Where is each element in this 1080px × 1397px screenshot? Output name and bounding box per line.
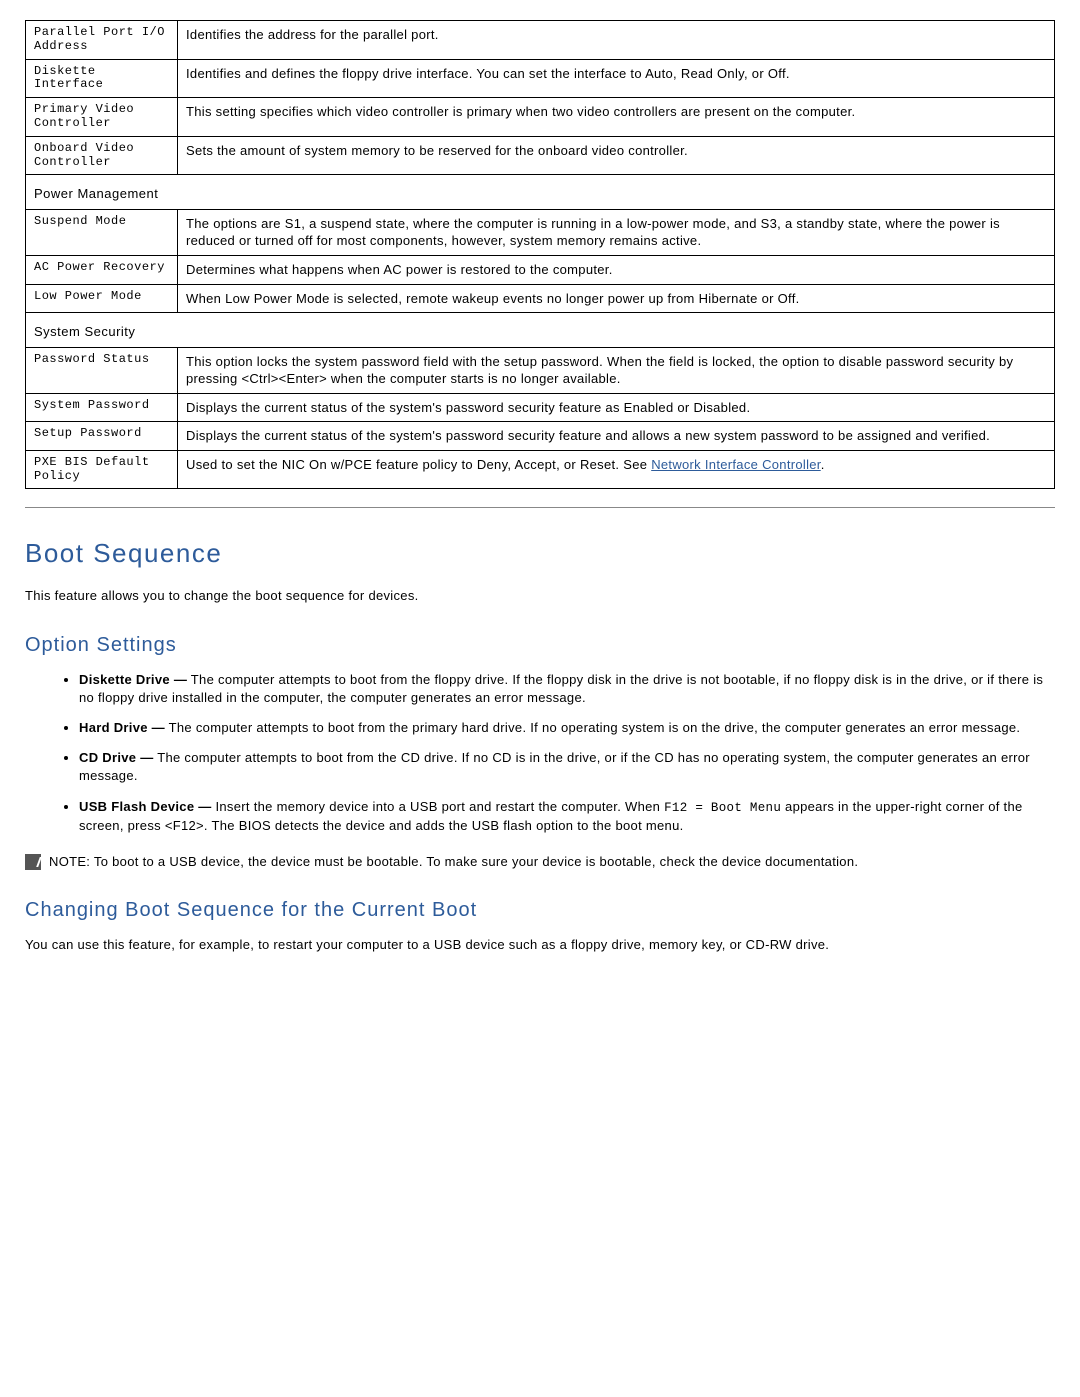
setting-desc: The options are S1, a suspend state, whe… bbox=[178, 209, 1055, 255]
list-item: CD Drive — The computer attempts to boot… bbox=[79, 749, 1055, 785]
setting-label: AC Power Recovery bbox=[26, 256, 178, 285]
table-row: Onboard Video ControllerSets the amount … bbox=[26, 136, 1055, 175]
network-interface-controller-link[interactable]: Network Interface Controller bbox=[651, 457, 821, 472]
list-item: Hard Drive — The computer attempts to bo… bbox=[79, 719, 1055, 737]
table-row: System PasswordDisplays the current stat… bbox=[26, 393, 1055, 422]
setting-label: System Password bbox=[26, 393, 178, 422]
section-header-row: Power Management bbox=[26, 175, 1055, 210]
setting-label: Parallel Port I/O Address bbox=[26, 21, 178, 60]
setting-desc: Sets the amount of system memory to be r… bbox=[178, 136, 1055, 175]
settings-table: Parallel Port I/O AddressIdentifies the … bbox=[25, 20, 1055, 489]
changing-boot-intro: You can use this feature, for example, t… bbox=[25, 936, 1055, 954]
setting-label: PXE BIS Default Policy bbox=[26, 450, 178, 489]
setting-desc: Displays the current status of the syste… bbox=[178, 422, 1055, 451]
setting-label: Low Power Mode bbox=[26, 284, 178, 313]
setting-label: Onboard Video Controller bbox=[26, 136, 178, 175]
section-header: System Security bbox=[26, 313, 1055, 348]
table-row: PXE BIS Default Policy Used to set the N… bbox=[26, 450, 1055, 489]
setting-desc: This option locks the system password fi… bbox=[178, 347, 1055, 393]
setting-desc: When Low Power Mode is selected, remote … bbox=[178, 284, 1055, 313]
table-row: Parallel Port I/O AddressIdentifies the … bbox=[26, 21, 1055, 60]
table-row: Primary Video ControllerThis setting spe… bbox=[26, 98, 1055, 137]
setting-label: Diskette Interface bbox=[26, 59, 178, 98]
list-item: USB Flash Device — Insert the memory dev… bbox=[79, 798, 1055, 836]
heading-changing-boot: Changing Boot Sequence for the Current B… bbox=[25, 899, 1055, 922]
section-header: Power Management bbox=[26, 175, 1055, 210]
setting-desc: Used to set the NIC On w/PCE feature pol… bbox=[178, 450, 1055, 489]
heading-option-settings: Option Settings bbox=[25, 634, 1055, 657]
list-item: Diskette Drive — The computer attempts t… bbox=[79, 671, 1055, 707]
setting-label: Suspend Mode bbox=[26, 209, 178, 255]
boot-sequence-intro: This feature allows you to change the bo… bbox=[25, 587, 1055, 605]
setting-label: Primary Video Controller bbox=[26, 98, 178, 137]
setting-desc: Determines what happens when AC power is… bbox=[178, 256, 1055, 285]
setting-desc: Displays the current status of the syste… bbox=[178, 393, 1055, 422]
note-icon bbox=[25, 854, 41, 870]
table-row: Setup PasswordDisplays the current statu… bbox=[26, 422, 1055, 451]
setting-desc: Identifies and defines the floppy drive … bbox=[178, 59, 1055, 98]
section-header-row: System Security bbox=[26, 313, 1055, 348]
table-row: Diskette InterfaceIdentifies and defines… bbox=[26, 59, 1055, 98]
setting-desc: Identifies the address for the parallel … bbox=[178, 21, 1055, 60]
setting-desc: This setting specifies which video contr… bbox=[178, 98, 1055, 137]
note-block: NOTE: To boot to a USB device, the devic… bbox=[25, 853, 1055, 871]
option-settings-list: Diskette Drive — The computer attempts t… bbox=[25, 671, 1055, 836]
table-row: Suspend ModeThe options are S1, a suspen… bbox=[26, 209, 1055, 255]
setting-label: Setup Password bbox=[26, 422, 178, 451]
setting-label: Password Status bbox=[26, 347, 178, 393]
table-row: Password StatusThis option locks the sys… bbox=[26, 347, 1055, 393]
table-row: AC Power RecoveryDetermines what happens… bbox=[26, 256, 1055, 285]
table-row: Low Power ModeWhen Low Power Mode is sel… bbox=[26, 284, 1055, 313]
divider bbox=[25, 507, 1055, 508]
heading-boot-sequence: Boot Sequence bbox=[25, 538, 1055, 569]
note-text: NOTE: To boot to a USB device, the devic… bbox=[49, 853, 858, 871]
